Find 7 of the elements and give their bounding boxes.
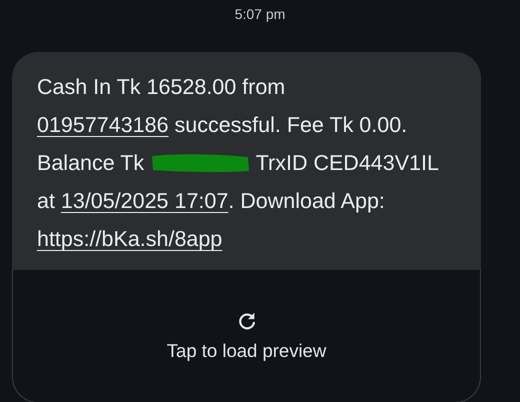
message-link[interactable]: 01957743186 [37, 113, 169, 137]
message-link[interactable]: https://bKa.sh/8app [37, 227, 222, 251]
message-text: Cash In Tk 16528.00 from 01957743186 successful. Fee Tk 0.00. Balance Tk TrxID CED443V1IL at 13/05/2025 17:07. Download App: https://bKa.sh/8app [36, 74, 440, 253]
link-preview[interactable]: Tap to load preview [12, 270, 481, 402]
message-timestamp: 5:07 pm [234, 5, 286, 24]
message-link[interactable]: 13/05/2025 17:07 [60, 189, 228, 213]
preview-label: Tap to load preview [166, 340, 326, 362]
